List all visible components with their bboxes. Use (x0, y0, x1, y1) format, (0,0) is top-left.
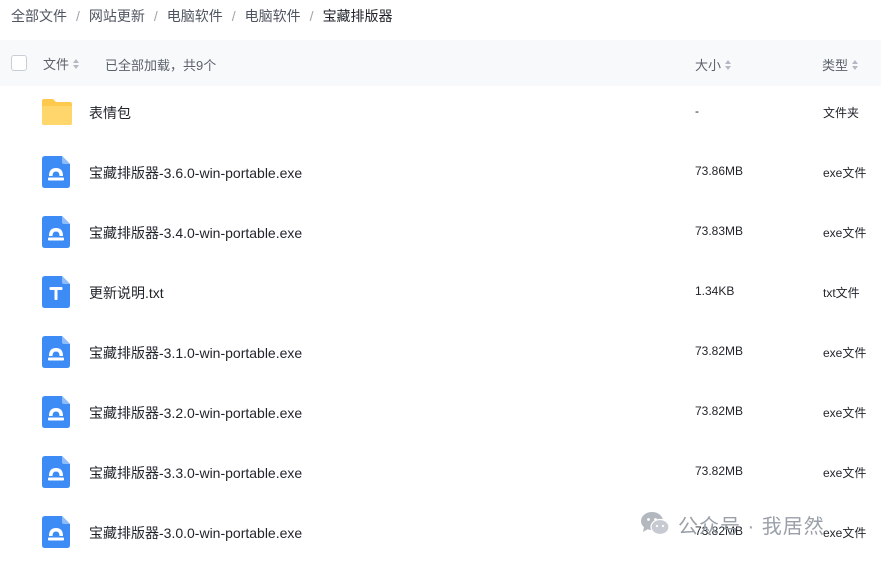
size-column-label: 大小 (695, 58, 722, 73)
watermark: 公众号 · 我居然 (640, 508, 825, 540)
file-row[interactable]: 宝藏排版器-3.1.0-win-portable.exe 73.82MB exe… (0, 322, 881, 382)
exe-file-icon (42, 336, 72, 368)
sort-by-type[interactable]: 类型 (822, 55, 859, 74)
file-size: 73.83MB (695, 224, 744, 238)
exe-file-icon (42, 516, 72, 548)
file-type: exe文件 (823, 466, 867, 480)
loaded-status: 已全部加载，共9个 (105, 58, 217, 73)
file-list: 表情包 - 文件夹 宝藏排版器-3.6.0-win-portable.exe 7… (0, 82, 881, 562)
folder-icon (42, 96, 72, 128)
file-type: txt文件 (823, 286, 860, 300)
breadcrumb: 全部文件 / 网站更新 / 电脑软件 / 电脑软件 / 宝藏排版器 (11, 0, 393, 32)
file-name[interactable]: 更新说明.txt (89, 283, 164, 303)
exe-file-icon (42, 456, 72, 488)
file-column-label: 文件 (43, 57, 70, 72)
exe-file-icon (42, 396, 72, 428)
exe-file-icon (42, 156, 72, 188)
file-size: 73.82MB (695, 404, 744, 418)
sort-by-size[interactable]: 大小 (695, 55, 732, 74)
file-list-header: 文件 已全部加载，共9个 大小 类型 (0, 40, 881, 86)
exe-file-icon (42, 216, 72, 248)
file-type: exe文件 (823, 346, 867, 360)
file-size: 73.86MB (695, 164, 744, 178)
breadcrumb-item-all-files[interactable]: 全部文件 (11, 6, 67, 26)
breadcrumb-separator: / (231, 8, 236, 24)
file-type: exe文件 (823, 406, 867, 420)
breadcrumb-separator: / (153, 8, 158, 24)
file-type: 文件夹 (823, 106, 860, 120)
type-column-label: 类型 (822, 58, 849, 73)
file-size: - (695, 104, 699, 118)
file-type: exe文件 (823, 526, 867, 540)
breadcrumb-separator: / (309, 8, 314, 24)
watermark-text: 公众号 · 我居然 (678, 515, 825, 538)
file-row[interactable]: 表情包 - 文件夹 (0, 82, 881, 142)
breadcrumb-item-pc-software[interactable]: 电脑软件 (167, 6, 223, 26)
breadcrumb-item-pc-software-2[interactable]: 电脑软件 (245, 6, 301, 26)
sort-arrows-icon (73, 58, 80, 69)
file-row[interactable]: 宝藏排版器-3.3.0-win-portable.exe 73.82MB exe… (0, 442, 881, 502)
file-row[interactable]: 宝藏排版器-3.4.0-win-portable.exe 73.83MB exe… (0, 202, 881, 262)
file-type: exe文件 (823, 226, 867, 240)
txt-file-icon (42, 276, 72, 308)
file-row[interactable]: 宝藏排版器-3.2.0-win-portable.exe 73.82MB exe… (0, 382, 881, 442)
breadcrumb-current: 宝藏排版器 (322, 8, 393, 24)
breadcrumb-separator: / (76, 8, 80, 24)
file-name[interactable]: 宝藏排版器-3.3.0-win-portable.exe (89, 463, 302, 483)
wechat-icon (641, 512, 670, 536)
sort-arrows-icon (725, 59, 732, 70)
file-size: 1.34KB (695, 284, 735, 298)
file-name[interactable]: 表情包 (89, 103, 131, 123)
file-row[interactable]: 更新说明.txt 1.34KB txt文件 (0, 262, 881, 322)
sort-by-name[interactable]: 文件 (43, 54, 80, 73)
file-row[interactable]: 宝藏排版器-3.6.0-win-portable.exe 73.86MB exe… (0, 142, 881, 202)
select-all-checkbox[interactable] (11, 55, 27, 71)
file-name[interactable]: 宝藏排版器-3.4.0-win-portable.exe (89, 223, 302, 243)
sort-arrows-icon (852, 59, 859, 70)
file-name[interactable]: 宝藏排版器-3.2.0-win-portable.exe (89, 403, 302, 423)
file-name[interactable]: 宝藏排版器-3.0.0-win-portable.exe (89, 523, 302, 543)
file-size: 73.82MB (695, 344, 744, 358)
file-name[interactable]: 宝藏排版器-3.6.0-win-portable.exe (89, 163, 302, 183)
file-size: 73.82MB (695, 464, 744, 478)
breadcrumb-item-site-updates[interactable]: 网站更新 (89, 6, 145, 26)
file-name[interactable]: 宝藏排版器-3.1.0-win-portable.exe (89, 343, 302, 363)
file-type: exe文件 (823, 166, 867, 180)
